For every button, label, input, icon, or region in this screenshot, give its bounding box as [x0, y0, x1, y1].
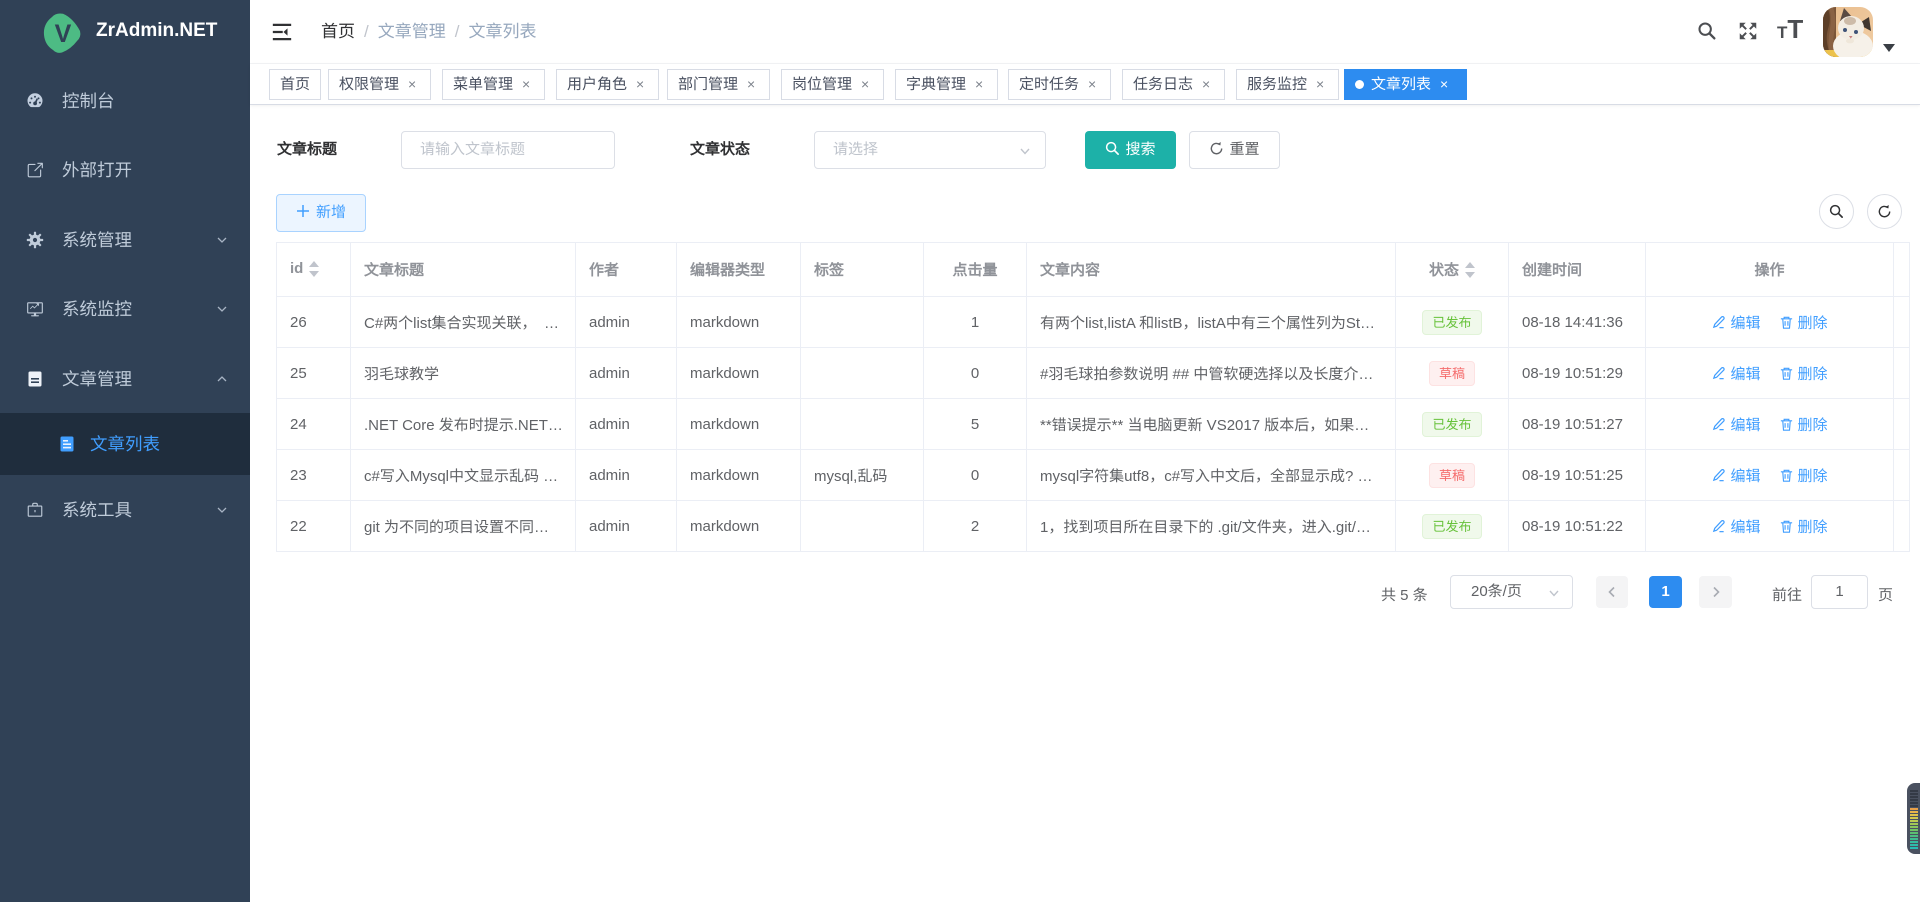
svg-text:V: V: [55, 20, 72, 48]
